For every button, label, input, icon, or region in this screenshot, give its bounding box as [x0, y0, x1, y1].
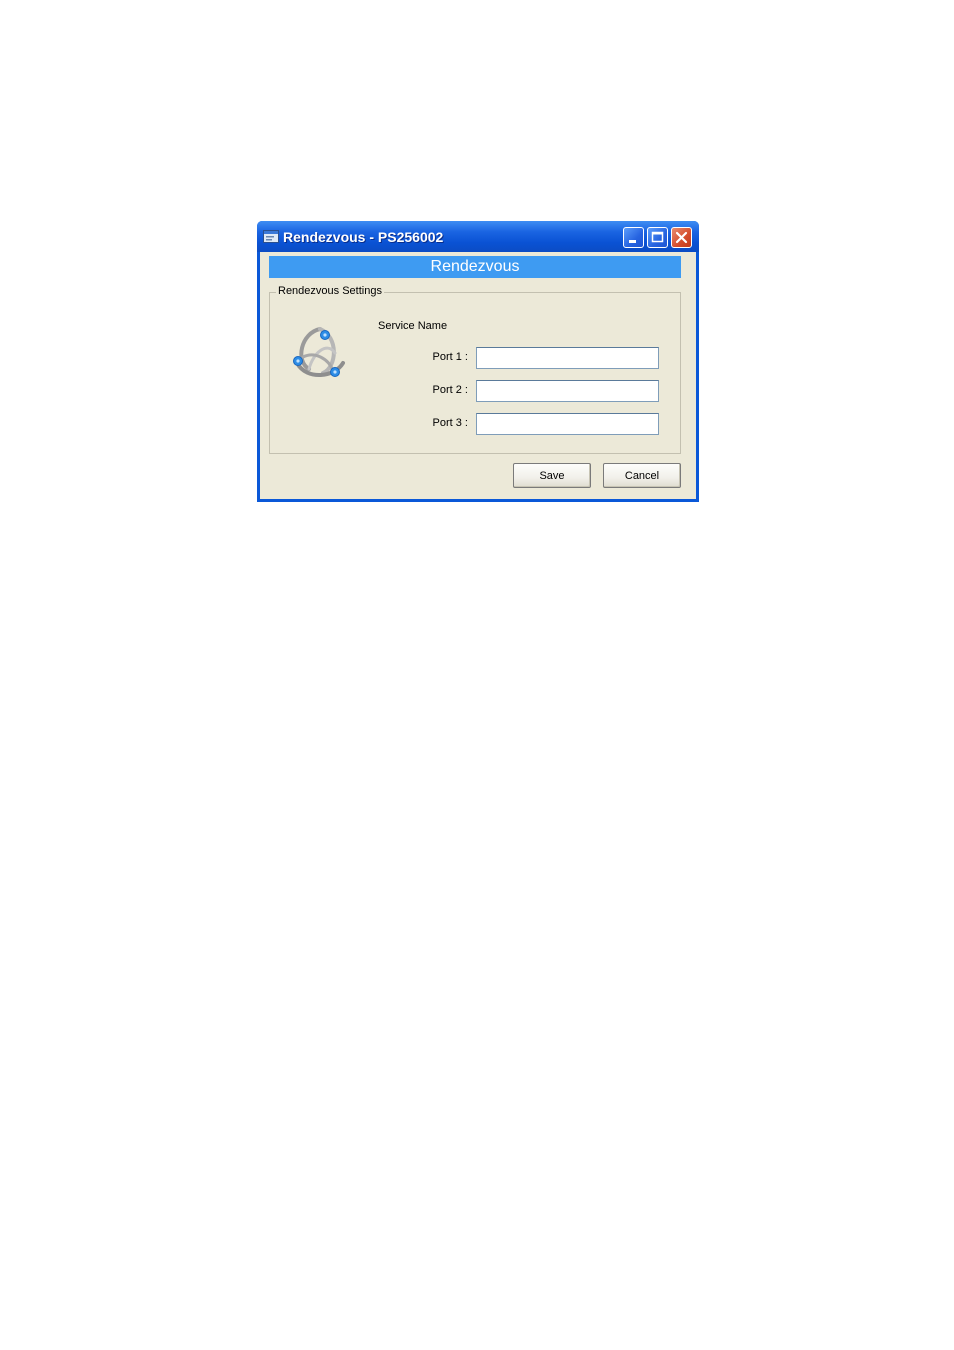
save-button[interactable]: Save: [513, 463, 591, 488]
port-3-label: Port 3 :: [432, 417, 468, 429]
service-name-label: Service Name: [378, 320, 448, 332]
rendezvous-banner: Rendezvous: [269, 256, 681, 278]
dialog-client-area: Rendezvous Rendezvous Settings Service N…: [260, 252, 696, 499]
window-title: Rendezvous - PS256002: [283, 229, 444, 245]
maximize-icon[interactable]: [647, 227, 668, 248]
port-1-input[interactable]: [476, 347, 659, 369]
rendezvous-logo-icon: [289, 323, 351, 381]
app-window-icon: [263, 230, 279, 244]
cancel-button[interactable]: Cancel: [603, 463, 681, 488]
port-2-input[interactable]: [476, 380, 659, 402]
port-3-input[interactable]: [476, 413, 659, 435]
title-bar[interactable]: Rendezvous - PS256002: [257, 221, 699, 252]
rendezvous-window: Rendezvous - PS256002 Rendezvous Rendezv…: [257, 221, 699, 502]
minimize-icon[interactable]: [623, 227, 644, 248]
rendezvous-settings-group: Rendezvous Settings Service Name Port 1 …: [269, 285, 681, 454]
port-1-label: Port 1 :: [432, 351, 468, 363]
close-icon[interactable]: [671, 227, 692, 248]
group-label: Rendezvous Settings: [276, 285, 384, 297]
port-2-label: Port 2 :: [432, 384, 468, 396]
